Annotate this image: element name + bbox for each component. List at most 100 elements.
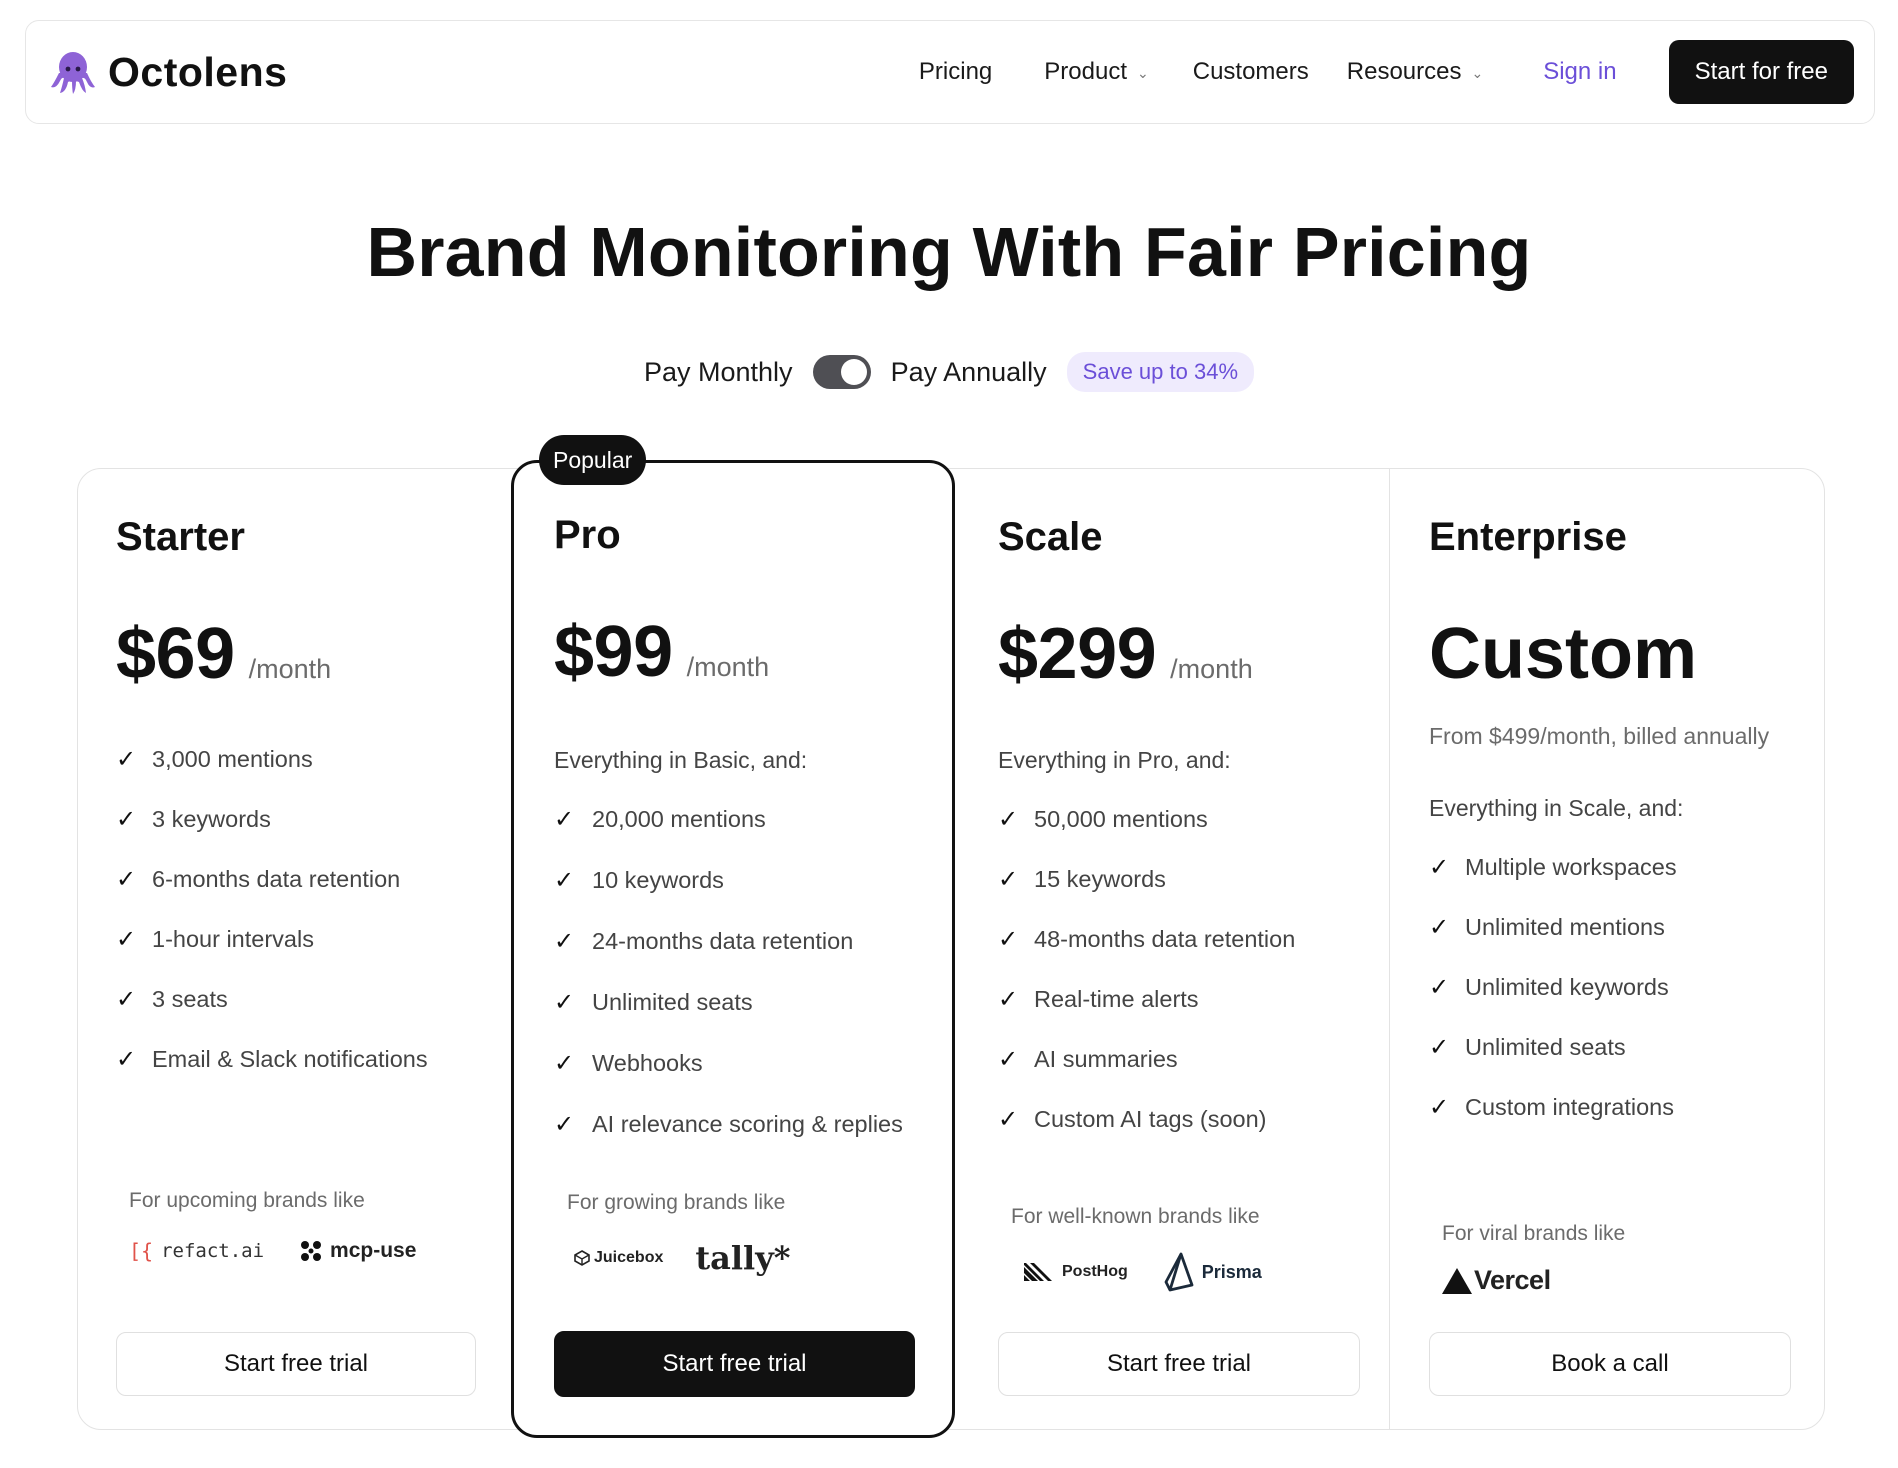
check-icon: ✓ [998,865,1019,893]
feature-item: ✓ 10 keywords [554,850,924,911]
feature-text: Webhooks [592,1050,703,1076]
start-free-trial-button-scale[interactable]: Start free trial [998,1332,1360,1396]
popular-badge: Popular [539,435,647,485]
nav-product-dropdown[interactable]: Product ⌄ [1044,58,1148,86]
check-icon: ✓ [554,1050,575,1077]
customer-logos: [{ refact.ai mcp-use [129,1239,416,1263]
feature-item: ✓ 20,000 mentions [554,789,924,850]
start-free-trial-button-pro[interactable]: Start free trial [554,1331,915,1397]
feature-text: 50,000 mentions [1034,805,1208,832]
feature-item: ✓ Unlimited keywords [1429,957,1791,1017]
nav-customers-label: Customers [1192,58,1309,85]
billing-note: From $499/month, billed annually [1429,723,1770,749]
check-icon: ✓ [1429,913,1450,941]
feature-text: Custom AI tags (soon) [1034,1105,1267,1132]
feature-item: ✓ AI summaries [998,1029,1360,1089]
check-icon: ✓ [554,1111,575,1138]
prisma-icon [1164,1252,1194,1292]
nav-resources-dropdown[interactable]: Resources ⌄ [1347,58,1483,86]
vercel-wordmark: Vercel [1474,1265,1551,1295]
feature-text: Unlimited seats [592,989,753,1015]
column-divider [1389,469,1390,1429]
feature-text: Multiple workspaces [1465,853,1677,880]
brands-label: For upcoming brands like [129,1189,365,1212]
check-icon: ✓ [116,865,137,893]
feature-item: ✓ Unlimited mentions [1429,897,1791,957]
billing-toggle-row: Pay Monthly Pay Annually Save up to 34% [0,352,1898,392]
nav-pricing-label: Pricing [918,58,993,85]
feature-text: 1-hour intervals [152,925,314,952]
check-icon: ✓ [116,1045,137,1073]
customer-logos: Juicebox tally* [574,1239,791,1277]
tally-wordmark: tally* [695,1239,791,1277]
check-icon: ✓ [554,867,575,894]
feature-list: ✓ 50,000 mentions ✓ 15 keywords ✓ 48-months… [998,789,1360,1149]
mcp-use-wordmark: mcp-use [330,1239,417,1262]
feature-text: 10 keywords [592,867,724,893]
price-row: $299 /month [998,613,1253,695]
brand[interactable]: Octolens [46,45,287,99]
feature-list: ✓ Multiple workspaces ✓ Unlimited mentions… [1429,837,1791,1137]
feature-item: ✓ Real-time alerts [998,969,1360,1029]
price: $69 [116,614,235,694]
price-period: /month [248,654,332,684]
juicebox-wordmark: Juicebox [594,1249,664,1266]
feature-item: ✓ 3 seats [116,969,476,1029]
posthog-wordmark: PostHog [1062,1263,1128,1280]
check-icon: ✓ [554,989,575,1016]
bracket-icon: [{ [129,1239,154,1263]
feature-item: ✓ 24-months data retention [554,911,924,972]
check-icon: ✓ [998,985,1019,1013]
start-for-free-button[interactable]: Start for free [1668,40,1854,104]
refact-wordmark: refact.ai [161,1240,265,1262]
feature-item: ✓ AI relevance scoring & replies [554,1094,924,1155]
feature-item: ✓ 3 keywords [116,789,476,849]
customer-logos: Vercel [1442,1265,1551,1296]
billing-period-toggle[interactable] [812,355,871,389]
start-free-trial-button-starter[interactable]: Start free trial [116,1332,476,1396]
feature-text: Unlimited mentions [1465,913,1665,940]
check-icon: ✓ [554,806,575,833]
check-icon: ✓ [116,805,137,833]
juicebox-logo: Juicebox [574,1249,663,1267]
feature-text: 3,000 mentions [152,745,313,772]
price-period: /month [1170,654,1253,684]
feature-text: AI relevance scoring & replies [592,1111,903,1137]
pay-monthly-label[interactable]: Pay Monthly [644,357,793,388]
feature-item: ✓ 48-months data retention [998,909,1360,969]
price: $99 [554,612,673,692]
check-icon: ✓ [998,1105,1019,1133]
prisma-wordmark: Prisma [1201,1261,1262,1282]
feature-item: ✓ Email & Slack notifications [116,1029,476,1089]
posthog-icon [1024,1263,1052,1281]
check-icon: ✓ [116,985,137,1013]
plan-name: Starter [116,515,245,559]
feature-text: Real-time alerts [1034,985,1199,1012]
feature-item: ✓ Custom AI tags (soon) [998,1089,1360,1149]
check-icon: ✓ [998,925,1019,953]
feature-text: 48-months data retention [1034,925,1296,952]
feature-text: 20,000 mentions [592,806,766,832]
feature-text: Custom integrations [1465,1093,1674,1120]
brands-label: For well-known brands like [1011,1205,1260,1228]
octopus-logo-icon [46,45,100,99]
plan-name: Enterprise [1429,515,1627,559]
feature-text: AI summaries [1034,1045,1178,1072]
feature-text: 6-months data retention [152,865,401,892]
pay-annually-label[interactable]: Pay Annually [891,357,1047,388]
nav-pricing-link[interactable]: Pricing [919,58,992,86]
nav-resources-label: Resources [1346,58,1462,85]
book-a-call-button[interactable]: Book a call [1429,1332,1791,1396]
feature-text: Unlimited keywords [1465,973,1669,1000]
feature-list: ✓ 3,000 mentions ✓ 3 keywords ✓ 6-months da… [116,729,476,1089]
feature-text: 3 keywords [152,805,271,832]
price: $299 [998,614,1157,694]
mcp-use-logo: mcp-use [300,1239,416,1263]
check-icon: ✓ [116,925,137,953]
price: Custom [1429,614,1697,694]
nav-customers-link[interactable]: Customers [1193,58,1309,86]
plan-intro: Everything in Pro, and: [998,747,1231,773]
sign-in-link[interactable]: Sign in [1543,58,1616,86]
feature-text: 24-months data retention [592,928,854,954]
feature-item: ✓ Unlimited seats [1429,1017,1791,1077]
